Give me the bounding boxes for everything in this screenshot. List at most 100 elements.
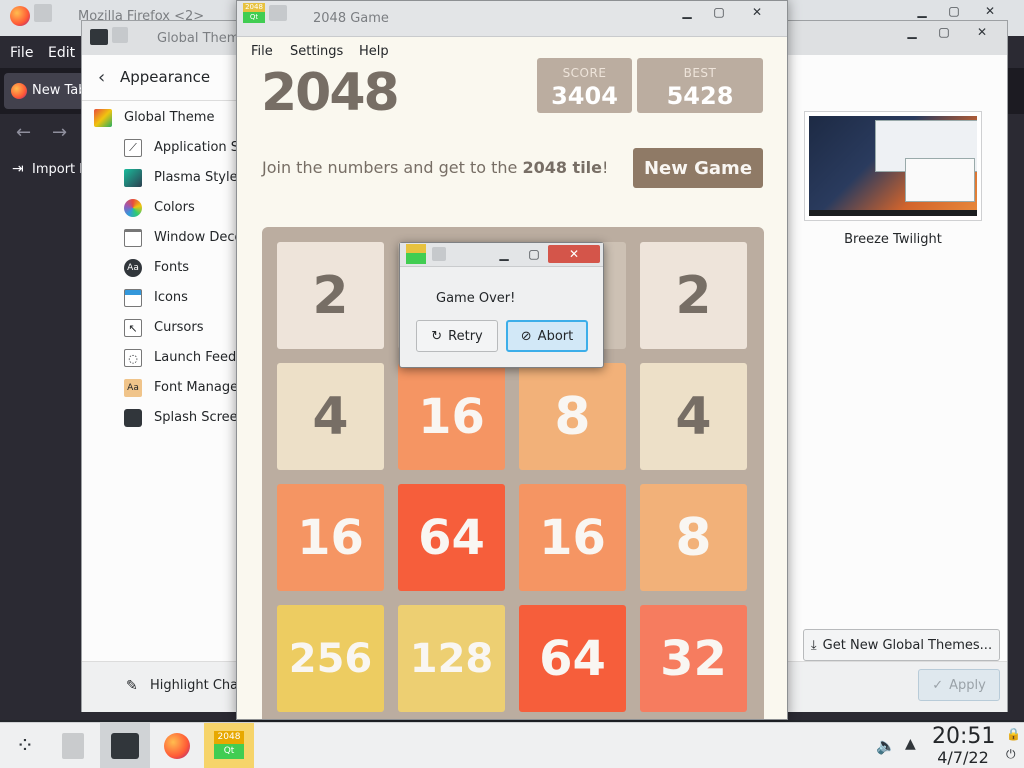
colors-icon bbox=[124, 199, 142, 217]
launcher-icon: ⁘ bbox=[15, 733, 35, 759]
digital-clock[interactable]: 20:51 4/7/22 bbox=[932, 724, 996, 767]
score-value: 3404 bbox=[551, 82, 618, 110]
clock-time: 20:51 bbox=[932, 724, 996, 749]
close-button[interactable]: ✕ bbox=[747, 3, 767, 21]
sidebar-item-window-decorations[interactable]: Window Decorations bbox=[82, 223, 240, 253]
application-style-icon: ⟋ bbox=[124, 139, 142, 157]
task-badge: 2048 bbox=[214, 731, 244, 744]
app-badge-text: 2048 bbox=[243, 3, 265, 12]
lock-icon[interactable]: 🔒 bbox=[1006, 727, 1021, 741]
sidebar-item-label: Plasma Style bbox=[154, 170, 238, 185]
window-menu-icon[interactable] bbox=[269, 5, 287, 21]
abort-button[interactable]: ⊘ Abort bbox=[506, 320, 588, 352]
minimize-button[interactable]: ▁ bbox=[677, 3, 697, 21]
close-button[interactable]: ✕ bbox=[972, 23, 992, 41]
import-icon[interactable]: ⇥ bbox=[12, 161, 24, 177]
game-over-dialog: ▁ ▢ ✕ Game Over! ↻ Retry ⊘ Abort bbox=[399, 242, 604, 368]
fonts-icon: Aa bbox=[124, 259, 142, 277]
show-desktop-button[interactable] bbox=[48, 723, 98, 768]
minimize-button[interactable]: ▁ bbox=[902, 23, 922, 41]
sidebar-item-icons[interactable]: Icons bbox=[82, 283, 240, 313]
sidebar-item-label: Global Theme bbox=[124, 110, 215, 125]
close-button[interactable]: ✕ bbox=[548, 245, 600, 263]
check-icon: ✓ bbox=[932, 677, 944, 693]
game-titlebar: 2048 Qt 2048 Game ▁ ▢ ✕ bbox=[237, 1, 787, 37]
best-value: 5428 bbox=[666, 82, 734, 110]
launch-feedback-icon: ◌ bbox=[124, 349, 142, 367]
theme-name: Breeze Twilight bbox=[844, 232, 942, 247]
sidebar-item-label: Window Decorations bbox=[154, 230, 240, 245]
sidebar-item-font-management[interactable]: Aa Font Management bbox=[82, 373, 240, 403]
import-bookmarks-link[interactable]: Import b bbox=[32, 162, 88, 177]
window-menu-icon[interactable] bbox=[432, 247, 446, 261]
task-firefox[interactable] bbox=[152, 723, 202, 768]
board-tile: 4 bbox=[640, 363, 747, 470]
score-box: SCORE 3404 bbox=[537, 58, 632, 113]
menu-help[interactable]: Help bbox=[359, 44, 389, 59]
sidebar-item-global-theme[interactable]: Global Theme bbox=[82, 103, 240, 133]
window-decorations-icon bbox=[124, 229, 142, 247]
sidebar-item-label: Cursors bbox=[154, 320, 204, 335]
sidebar-header[interactable]: ‹ Appearance bbox=[82, 55, 240, 101]
theme-grid: Breeze Twilight bbox=[786, 55, 1007, 661]
board-tile: 2 bbox=[640, 242, 747, 349]
abort-label: Abort bbox=[537, 328, 574, 344]
game-window-title: 2048 Game bbox=[313, 11, 389, 26]
maximize-button[interactable]: ▢ bbox=[709, 3, 729, 21]
intro-bold: 2048 tile bbox=[522, 158, 603, 177]
back-chevron-icon[interactable]: ‹ bbox=[98, 67, 105, 88]
menu-file[interactable]: File bbox=[10, 45, 33, 61]
settings-sidebar: ‹ Appearance Global Theme ⟋ Application … bbox=[82, 55, 240, 661]
window-menu-icon[interactable] bbox=[112, 27, 128, 43]
taskbar: ⁘ 2048 Qt 🔈 ▲ 20:51 4/7/22 🔒 ⏻ bbox=[0, 722, 1024, 768]
maximize-button[interactable]: ▢ bbox=[944, 2, 964, 20]
minimize-button[interactable]: ▁ bbox=[912, 2, 932, 20]
sidebar-item-cursors[interactable]: ↖ Cursors bbox=[82, 313, 240, 343]
firefox-task-icon bbox=[164, 733, 190, 759]
system-tray-expand-icon[interactable]: ▲ bbox=[905, 736, 916, 752]
game-app-icon: 2048 Qt bbox=[243, 3, 265, 23]
score-label: SCORE bbox=[562, 66, 607, 80]
abort-icon: ⊘ bbox=[520, 328, 532, 344]
sidebar-item-launch-feedback[interactable]: ◌ Launch Feedback bbox=[82, 343, 240, 373]
back-icon[interactable]: ← bbox=[16, 122, 31, 143]
board-tile: 8 bbox=[519, 363, 626, 470]
theme-thumbnail-breeze-twilight[interactable] bbox=[804, 111, 982, 221]
maximize-button[interactable]: ▢ bbox=[524, 245, 544, 263]
desktop-icon bbox=[62, 733, 84, 759]
task-2048[interactable]: 2048 Qt bbox=[204, 723, 254, 768]
new-game-button[interactable]: New Game bbox=[633, 148, 763, 188]
power-icon[interactable]: ⏻ bbox=[1006, 747, 1016, 762]
tab-new-tab[interactable]: New Tab bbox=[4, 73, 87, 109]
forward-icon[interactable]: → bbox=[52, 122, 67, 143]
minimize-button[interactable]: ▁ bbox=[494, 245, 514, 263]
task-settings[interactable] bbox=[100, 723, 150, 768]
close-button[interactable]: ✕ bbox=[980, 2, 1000, 20]
global-theme-icon bbox=[94, 109, 112, 127]
app-launcher-button[interactable]: ⁘ bbox=[0, 723, 50, 768]
sidebar-item-application-style[interactable]: ⟋ Application Style bbox=[82, 133, 240, 163]
apply-button[interactable]: ✓ Apply bbox=[918, 669, 1000, 701]
menu-settings[interactable]: Settings bbox=[290, 44, 343, 59]
sidebar-item-splash-screen[interactable]: Splash Screen bbox=[82, 403, 240, 433]
clock-date: 4/7/22 bbox=[937, 748, 989, 767]
settings-window-title: Global Theme bbox=[157, 31, 248, 46]
sidebar-item-plasma-style[interactable]: Plasma Style bbox=[82, 163, 240, 193]
retry-button[interactable]: ↻ Retry bbox=[416, 320, 498, 352]
sidebar-item-label: Fonts bbox=[154, 260, 190, 275]
menu-edit[interactable]: Edit bbox=[48, 45, 75, 61]
menu-file[interactable]: File bbox=[251, 44, 273, 59]
sidebar-item-label: Colors bbox=[154, 200, 195, 215]
sidebar-item-fonts[interactable]: Aa Fonts bbox=[82, 253, 240, 283]
game-title: 2048 bbox=[261, 63, 400, 123]
game-task-icon: 2048 Qt bbox=[214, 731, 244, 761]
sidebar-item-colors[interactable]: Colors bbox=[82, 193, 240, 223]
sidebar-item-label: Splash Screen bbox=[154, 410, 240, 425]
maximize-button[interactable]: ▢ bbox=[934, 23, 954, 41]
dialog-message: Game Over! bbox=[436, 291, 516, 306]
settings-app-icon bbox=[90, 29, 108, 45]
volume-muted-icon[interactable]: 🔈 bbox=[876, 736, 896, 755]
settings-task-icon bbox=[111, 733, 139, 759]
get-new-themes-button[interactable]: ⤓ Get New Global Themes... bbox=[803, 629, 1000, 661]
window-menu-icon[interactable] bbox=[34, 4, 52, 22]
